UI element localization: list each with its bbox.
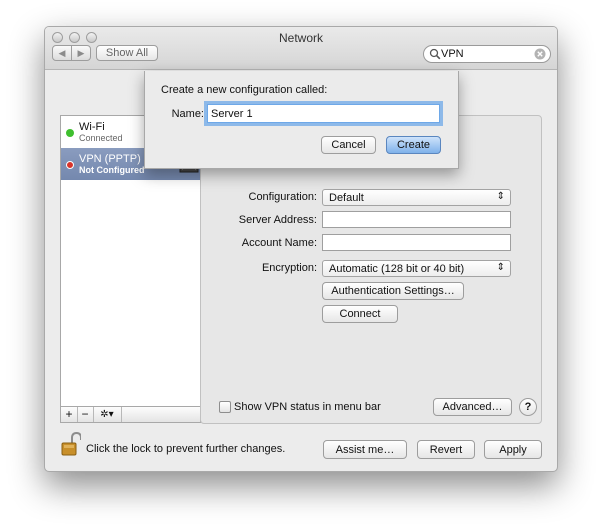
search-input-value: VPN [441, 48, 464, 60]
service-title: Wi-Fi [79, 121, 105, 133]
advanced-button[interactable]: Advanced… [433, 398, 512, 416]
server-address-label: Server Address: [238, 214, 317, 226]
connect-button[interactable]: Connect [322, 305, 398, 323]
name-label: Name: [171, 108, 204, 120]
account-name-label: Account Name: [241, 237, 317, 249]
service-subtitle: Not Configured [79, 165, 145, 175]
magnifier-icon [429, 48, 441, 60]
assist-me-button[interactable]: Assist me… [323, 440, 407, 459]
back-arrow-icon: ◀ [58, 47, 66, 58]
server-address-value [323, 212, 326, 224]
forward-arrow-icon: ▶ [77, 47, 85, 58]
apply-button[interactable]: Apply [484, 440, 542, 459]
clear-search-icon[interactable] [534, 48, 546, 60]
configuration-name-value: Server 1 [211, 108, 253, 120]
server-address-input[interactable] [322, 211, 511, 228]
service-subtitle: Connected [79, 133, 123, 143]
encryption-value: Automatic (128 bit or 40 bit) [329, 262, 465, 275]
sheet-prompt: Create a new configuration called: [161, 84, 328, 96]
title-bar: Network ◀ ▶ Show All VPN [45, 27, 557, 70]
account-name-input[interactable] [322, 234, 511, 251]
show-vpn-status-checkbox[interactable] [219, 401, 231, 413]
encryption-popup[interactable]: Automatic (128 bit or 40 bit) ⇕ [322, 260, 511, 277]
revert-button[interactable]: Revert [417, 440, 475, 459]
configuration-label: Configuration: [248, 191, 318, 203]
search-field[interactable]: VPN [423, 45, 551, 63]
list-action-bar: + − ✲▾ [60, 406, 201, 423]
new-configuration-sheet: Create a new configuration called: Name:… [144, 71, 459, 169]
encryption-label: Encryption: [261, 262, 317, 274]
show-vpn-status-label: Show VPN status in menu bar [234, 401, 381, 413]
lock-icon[interactable] [61, 431, 81, 457]
add-service-button[interactable]: + [61, 407, 78, 422]
window-title: Network [278, 31, 323, 45]
configuration-value: Default [329, 191, 364, 204]
configuration-name-input[interactable]: Server 1 [207, 104, 440, 123]
status-dot [66, 161, 74, 169]
account-name-value [323, 235, 326, 247]
create-button[interactable]: Create [386, 136, 441, 154]
show-all-button[interactable]: Show All [96, 45, 158, 61]
status-dot [66, 129, 74, 137]
service-title: VPN (PPTP) [79, 153, 141, 165]
back-button[interactable]: ◀ [52, 45, 72, 61]
popup-arrows-icon: ⇕ [496, 191, 505, 202]
cancel-button[interactable]: Cancel [321, 136, 376, 154]
configuration-popup[interactable]: Default ⇕ [322, 189, 511, 206]
remove-service-button[interactable]: − [77, 407, 94, 422]
popup-arrows-icon: ⇕ [496, 262, 505, 273]
gear-menu-button[interactable]: ✲▾ [93, 407, 122, 422]
help-button[interactable]: ? [519, 398, 537, 416]
lock-message: Click the lock to prevent further change… [86, 443, 286, 455]
forward-button[interactable]: ▶ [71, 45, 91, 61]
authentication-settings-button[interactable]: Authentication Settings… [322, 282, 464, 300]
